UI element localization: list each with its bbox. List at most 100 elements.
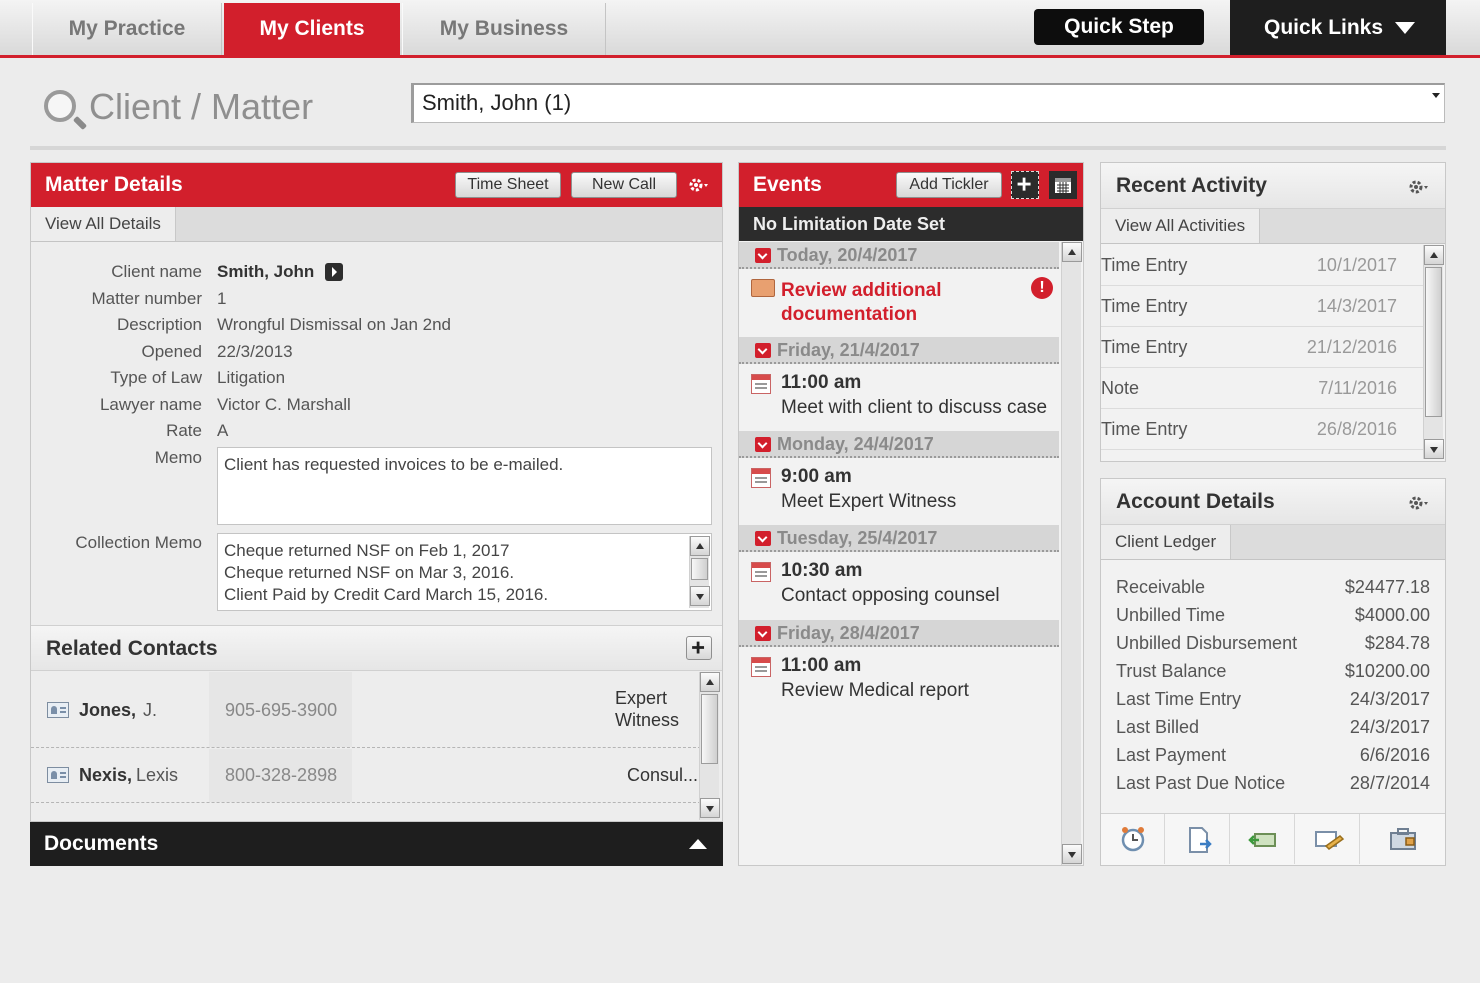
dropdown-arrow-icon xyxy=(1432,93,1440,98)
quick-links-menu[interactable]: Quick Links xyxy=(1230,0,1446,55)
calendar-icon[interactable] xyxy=(1049,171,1077,199)
activity-type: Time Entry xyxy=(1101,255,1188,275)
collapse-chevron-icon[interactable] xyxy=(755,626,771,641)
events-scrollbar[interactable] xyxy=(1061,242,1082,865)
time-sheet-button[interactable]: Time Sheet xyxy=(455,172,561,198)
contact-initial: Lexis xyxy=(136,765,179,785)
account-row: Trust Balance $10200.00 xyxy=(1116,661,1430,682)
account-row: Last Past Due Notice 28/7/2014 xyxy=(1116,773,1430,794)
contact-role: Expert Witness xyxy=(615,688,680,730)
matter-details-title: Matter Details xyxy=(45,173,183,196)
event-description[interactable]: Meet Expert Witness xyxy=(781,491,956,513)
open-client-icon[interactable] xyxy=(325,263,343,281)
account-label: Last Billed xyxy=(1116,717,1200,737)
contact-phone: 905-695-3900 xyxy=(225,700,338,720)
event-time: 11:00 am xyxy=(781,372,862,393)
contact-name[interactable]: Nexis, xyxy=(79,765,132,786)
tab-client-ledger[interactable]: Client Ledger xyxy=(1101,525,1232,559)
scroll-down-button[interactable] xyxy=(700,798,720,818)
rate-label: Rate xyxy=(166,421,202,440)
collection-memo-textarea[interactable]: Cheque returned NSF on Feb 1, 2017 Chequ… xyxy=(217,533,712,611)
expand-up-icon[interactable] xyxy=(689,839,707,849)
account-label: Unbilled Disbursement xyxy=(1116,633,1298,653)
activity-date: 14/3/2017 xyxy=(1316,296,1397,316)
tab-my-clients[interactable]: My Clients xyxy=(224,3,400,55)
tab-view-all-activities[interactable]: View All Activities xyxy=(1101,209,1261,243)
account-toolbar xyxy=(1101,813,1445,865)
pencil-note-icon[interactable] xyxy=(1296,814,1360,864)
tab-my-practice[interactable]: My Practice xyxy=(32,3,222,55)
event-description[interactable]: Review Medical report xyxy=(781,680,969,702)
event-description[interactable]: Contact opposing counsel xyxy=(781,585,1000,607)
client-matter-select[interactable]: Smith, John (1) xyxy=(411,83,1445,123)
collection-memo-scrollbar[interactable] xyxy=(689,536,710,608)
briefcase-lock-icon[interactable] xyxy=(1361,814,1445,864)
event-item[interactable]: Review additional documentation ! xyxy=(739,271,1059,335)
account-label: Last Payment xyxy=(1116,745,1227,765)
money-in-icon[interactable] xyxy=(1231,814,1295,864)
contact-card-icon xyxy=(47,702,69,718)
memo-textarea[interactable]: Client has requested invoices to be e-ma… xyxy=(217,447,712,525)
activity-type: Note xyxy=(1101,378,1140,398)
contact-row[interactable]: Nexis, Lexis 800-328-2898 Consul... xyxy=(31,749,701,803)
scroll-down-button[interactable] xyxy=(1062,844,1082,864)
activity-row[interactable]: Time Entry 21/12/2016 xyxy=(1101,327,1423,368)
client-name-value[interactable]: Smith, John xyxy=(217,262,314,282)
activity-date: 10/1/2017 xyxy=(1316,255,1397,275)
account-row: Last Payment 6/6/2016 xyxy=(1116,745,1430,766)
event-description[interactable]: Meet with client to discuss case xyxy=(781,397,1047,419)
account-row: Unbilled Time $4000.00 xyxy=(1116,605,1430,626)
client-matter-label: Client / Matter xyxy=(89,86,314,127)
gear-icon[interactable] xyxy=(1407,176,1429,198)
scroll-down-button[interactable] xyxy=(1424,439,1444,459)
scroll-thumb[interactable] xyxy=(1425,267,1442,417)
quick-step-button[interactable]: Quick Step xyxy=(1034,9,1204,45)
event-title-alert[interactable]: Review additional documentation xyxy=(781,279,1011,327)
gear-icon[interactable] xyxy=(687,174,709,196)
collapse-chevron-icon[interactable] xyxy=(755,248,771,263)
documents-bar[interactable]: Documents xyxy=(30,822,723,866)
contact-phone: 800-328-2898 xyxy=(225,765,338,785)
tab-my-business[interactable]: My Business xyxy=(402,3,606,55)
activity-row[interactable]: Time Entry 10/1/2017 xyxy=(1101,245,1423,286)
event-day-header[interactable]: Today, 20/4/2017 xyxy=(739,242,1059,269)
activity-date: 21/12/2016 xyxy=(1306,337,1397,357)
account-details-title: Account Details xyxy=(1116,490,1275,513)
activity-type: Time Entry xyxy=(1101,296,1188,316)
collapse-chevron-icon[interactable] xyxy=(755,343,771,358)
add-contact-button[interactable] xyxy=(686,636,712,660)
new-call-button[interactable]: New Call xyxy=(571,172,677,198)
add-event-button[interactable] xyxy=(1011,171,1039,199)
scroll-thumb[interactable] xyxy=(691,558,708,580)
contacts-scrollbar[interactable] xyxy=(699,672,720,820)
activity-row[interactable]: Time Entry 26/8/2016 xyxy=(1101,409,1423,450)
event-item[interactable]: 9:00 am Meet Expert Witness xyxy=(739,460,1059,524)
tab-view-all-details[interactable]: View All Details xyxy=(31,207,176,241)
activity-row[interactable]: Note 7/11/2016 xyxy=(1101,368,1423,409)
scroll-up-button[interactable] xyxy=(1424,245,1444,265)
scroll-up-button[interactable] xyxy=(690,536,710,556)
activity-row[interactable]: Time Entry 14/3/2017 xyxy=(1101,286,1423,327)
event-item[interactable]: 11:00 am Meet with client to discuss cas… xyxy=(739,366,1059,430)
collapse-chevron-icon[interactable] xyxy=(755,437,771,452)
contact-row[interactable]: Jones, J. 905-695-3900 Expert Witness xyxy=(31,672,701,748)
matter-number-label: Matter number xyxy=(91,289,202,308)
collection-memo-line: Client Paid by Credit Card March 15, 201… xyxy=(224,585,549,604)
event-day-header[interactable]: Friday, 21/4/2017 xyxy=(739,337,1059,364)
add-tickler-button[interactable]: Add Tickler xyxy=(896,172,1002,198)
gear-icon[interactable] xyxy=(1407,492,1429,514)
scroll-up-button[interactable] xyxy=(700,672,720,692)
document-arrow-icon[interactable] xyxy=(1166,814,1230,864)
event-item[interactable]: 11:00 am Review Medical report xyxy=(739,649,1059,713)
collapse-chevron-icon[interactable] xyxy=(755,531,771,546)
event-day-header[interactable]: Friday, 28/4/2017 xyxy=(739,620,1059,647)
alarm-clock-icon[interactable] xyxy=(1101,814,1165,864)
event-day-header[interactable]: Tuesday, 25/4/2017 xyxy=(739,525,1059,552)
activity-scrollbar[interactable] xyxy=(1423,245,1444,459)
scroll-thumb[interactable] xyxy=(701,694,718,764)
scroll-down-button[interactable] xyxy=(690,586,710,606)
contact-name[interactable]: Jones, xyxy=(79,700,136,721)
event-day-header[interactable]: Monday, 24/4/2017 xyxy=(739,431,1059,458)
event-item[interactable]: 10:30 am Contact opposing counsel xyxy=(739,554,1059,618)
scroll-up-button[interactable] xyxy=(1062,242,1082,262)
